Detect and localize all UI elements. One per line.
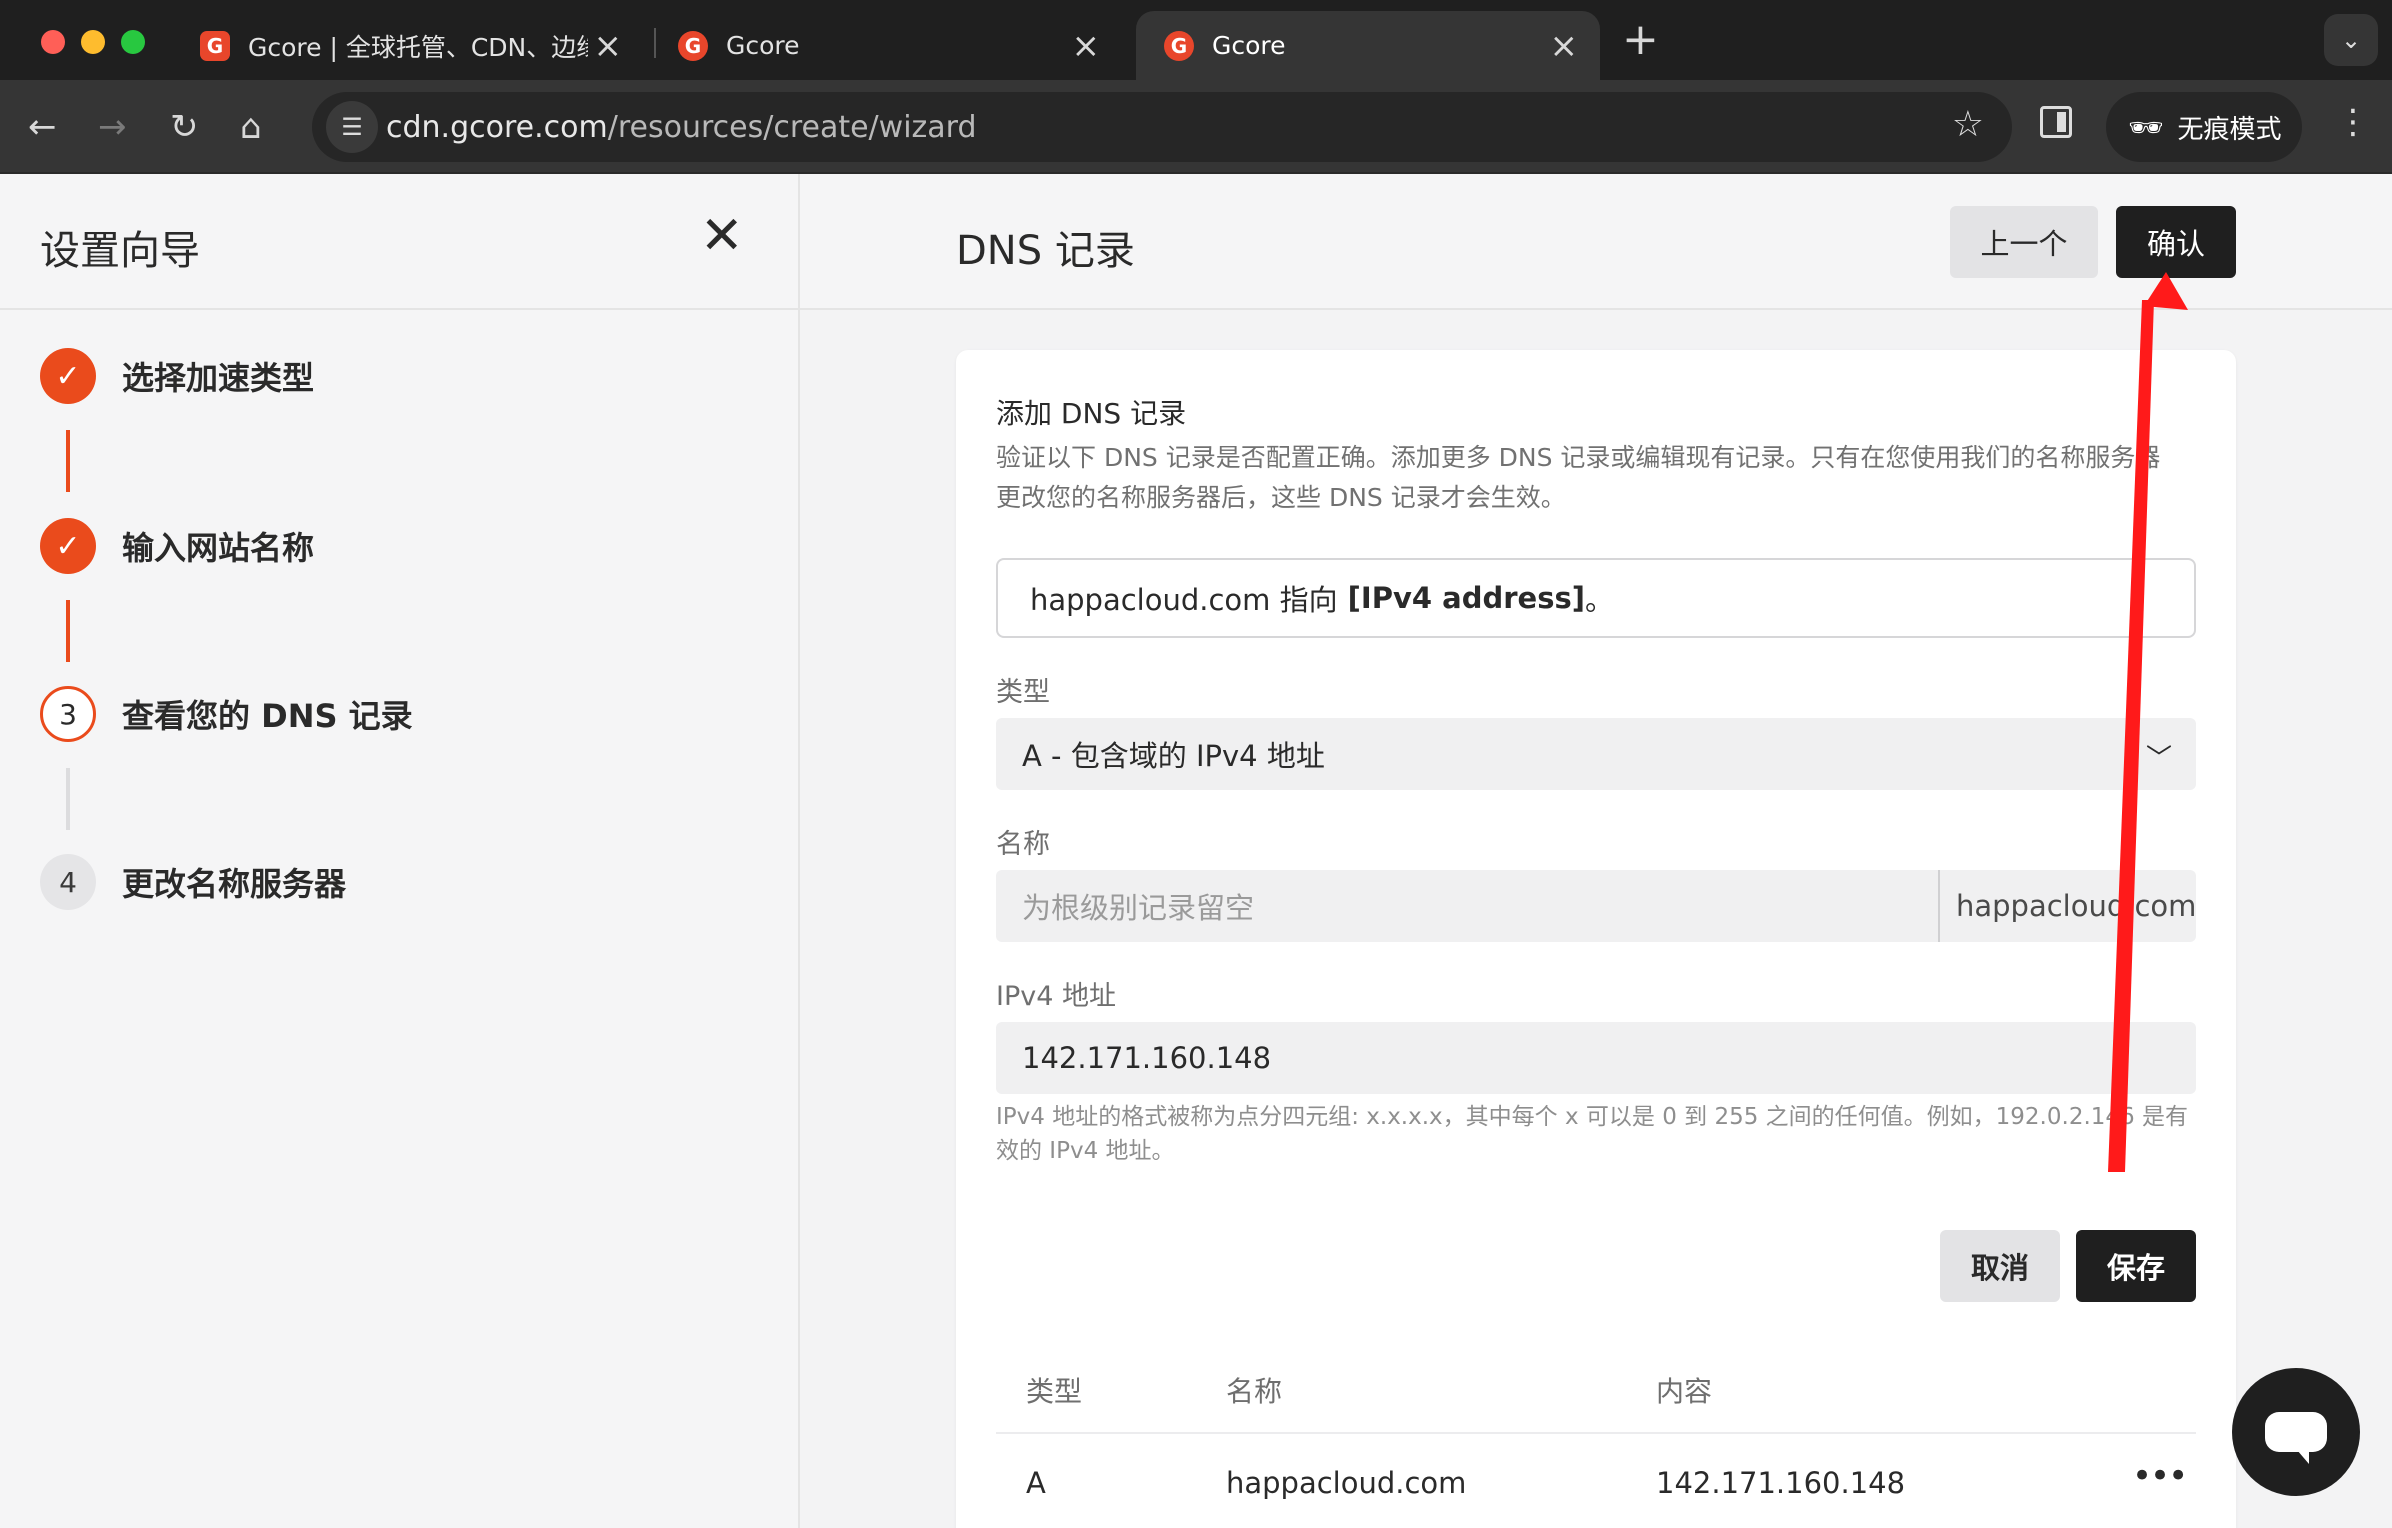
wizard-step-2[interactable]: ✓ 输入网站名称	[40, 518, 314, 574]
tab-close-icon[interactable]: ×	[1072, 29, 1101, 63]
bookmark-star-icon[interactable]: ☆	[1952, 104, 1984, 145]
browser-tab-2[interactable]: G Gcore ×	[650, 11, 1122, 80]
step-label: 选择加速类型	[122, 359, 315, 397]
url-text: cdn.gcore.com/resources/create/wizard	[386, 110, 977, 145]
card-title: 添加 DNS 记录	[996, 397, 1187, 430]
chat-bubble-icon	[2265, 1412, 2327, 1464]
site-info-icon[interactable]: ☰	[326, 101, 378, 153]
step-label: 输入网站名称	[122, 529, 315, 567]
wizard-step-1[interactable]: ✓ 选择加速类型	[40, 348, 314, 404]
chevron-down-icon: ﹀	[2145, 744, 2172, 774]
cancel-button[interactable]: 取消	[1940, 1230, 2060, 1302]
record-placeholder: [IPv4 address]	[1347, 581, 1585, 615]
type-select-value: A - 包含域的 IPv4 地址	[1022, 739, 1325, 773]
add-dns-record-card: 添加 DNS 记录 验证以下 DNS 记录是否配置正确。添加更多 DNS 记录或…	[956, 350, 2236, 1528]
side-panel-icon[interactable]	[2040, 106, 2072, 138]
type-label: 类型	[996, 677, 1050, 708]
save-button[interactable]: 保存	[2076, 1230, 2196, 1302]
page-title: DNS 记录	[956, 228, 1135, 274]
window-minimize-dot[interactable]	[81, 30, 105, 54]
records-table-header: 类型 名称 内容	[996, 1340, 2196, 1434]
tab-title: Gcore	[726, 31, 800, 60]
wizard-step-3[interactable]: 3 查看您的 DNS 记录	[40, 686, 413, 742]
wizard-header: 设置向导 ✕	[0, 174, 798, 310]
new-tab-plus-icon[interactable]: +	[1622, 14, 1659, 65]
wizard-title: 设置向导	[40, 228, 200, 274]
row-more-icon[interactable]: •••	[2132, 1456, 2188, 1496]
forward-arrow-icon[interactable]: →	[98, 104, 127, 150]
type-select[interactable]: A - 包含域的 IPv4 地址 ﹀	[996, 718, 2196, 790]
name-placeholder: 为根级别记录留空	[1022, 891, 1255, 925]
ipv4-label: IPv4 地址	[996, 981, 1116, 1012]
step-connector	[66, 768, 70, 830]
card-description: 验证以下 DNS 记录是否配置正确。添加更多 DNS 记录或编辑现有记录。只有在…	[996, 443, 2161, 512]
step-connector	[66, 600, 70, 662]
step-check-icon: ✓	[40, 348, 96, 404]
incognito-icon: 🕶	[2128, 110, 2164, 144]
record-summary: happacloud.com 指向 [IPv4 address] 。	[996, 558, 2196, 638]
back-arrow-icon[interactable]: ←	[28, 104, 57, 150]
incognito-label: 无痕模式	[2177, 114, 2282, 145]
browser-tab-3-active[interactable]: G Gcore ×	[1136, 11, 1600, 80]
address-bar[interactable]: ☰ cdn.gcore.com/resources/create/wizard …	[312, 92, 2012, 162]
step-check-icon: ✓	[40, 518, 96, 574]
tab-search-chevron-icon[interactable]: ⌄	[2324, 14, 2378, 66]
row-type: A	[1026, 1466, 1046, 1500]
row-content: 142.171.160.148	[1656, 1466, 1906, 1500]
url-host: cdn.gcore.com	[386, 110, 608, 145]
wizard-sidebar: 设置向导 ✕ ✓ 选择加速类型 ✓ 输入网站名称 3 查看您的 DNS 记录 4…	[0, 174, 800, 1528]
home-icon[interactable]: ⌂	[240, 104, 262, 150]
window-zoom-dot[interactable]	[121, 30, 145, 54]
name-label: 名称	[996, 829, 1050, 860]
reload-icon[interactable]: ↻	[170, 104, 199, 150]
step-label: 查看您的 DNS 记录	[122, 697, 413, 735]
browser-menu-kebab-icon[interactable]: ⋮	[2336, 102, 2370, 142]
ipv4-hint: IPv4 地址的格式被称为点分四元组: x.x.x.x，其中每个 x 可以是 0…	[996, 1104, 2188, 1164]
previous-button[interactable]: 上一个	[1950, 206, 2098, 278]
column-header-content: 内容	[1656, 1375, 1713, 1408]
step-connector	[66, 430, 70, 492]
confirm-button[interactable]: 确认	[2116, 206, 2236, 278]
browser-tab-1[interactable]: G Gcore | 全球托管、CDN、边缘 ×	[172, 11, 644, 80]
row-name: happacloud.com	[1226, 1466, 1467, 1500]
record-suffix: 。	[1584, 583, 1614, 617]
ipv4-input[interactable]: 142.171.160.148	[996, 1022, 2196, 1094]
main-header: DNS 记录 上一个 确认	[800, 174, 2392, 310]
gcore-favicon-icon: G	[1164, 30, 1194, 61]
gcore-favicon-icon: G	[678, 30, 708, 61]
step-number: 3	[40, 686, 96, 742]
browser-toolbar: ← → ↻ ⌂ ☰ cdn.gcore.com/resources/create…	[0, 80, 2392, 174]
chat-launcher-button[interactable]	[2232, 1368, 2360, 1496]
table-row: A happacloud.com 142.171.160.148 •••	[996, 1436, 2196, 1528]
column-header-name: 名称	[1226, 1375, 1283, 1408]
window-close-dot[interactable]	[41, 30, 65, 54]
step-label: 更改名称服务器	[122, 865, 347, 903]
tab-title: Gcore | 全球托管、CDN、边缘	[248, 32, 588, 62]
ipv4-value: 142.171.160.148	[1022, 1041, 1272, 1075]
browser-tab-strip: G Gcore | 全球托管、CDN、边缘 × G Gcore × G Gcor…	[0, 0, 2392, 80]
record-prefix: happacloud.com 指向	[1030, 583, 1338, 617]
tab-close-icon[interactable]: ×	[1550, 29, 1579, 63]
wizard-close-icon[interactable]: ✕	[700, 210, 744, 262]
column-header-type: 类型	[1026, 1375, 1083, 1408]
gcore-favicon-icon: G	[200, 30, 230, 61]
wizard-step-4[interactable]: 4 更改名称服务器	[40, 854, 346, 910]
tab-close-icon[interactable]: ×	[594, 29, 623, 63]
name-input[interactable]: 为根级别记录留空 happacloud.com	[996, 870, 2196, 942]
domain-suffix: happacloud.com	[1938, 870, 2196, 942]
tab-title: Gcore	[1212, 31, 1286, 60]
step-number: 4	[40, 854, 96, 910]
url-path: /resources/create/wizard	[607, 110, 977, 145]
incognito-indicator[interactable]: 🕶 无痕模式	[2106, 92, 2302, 162]
